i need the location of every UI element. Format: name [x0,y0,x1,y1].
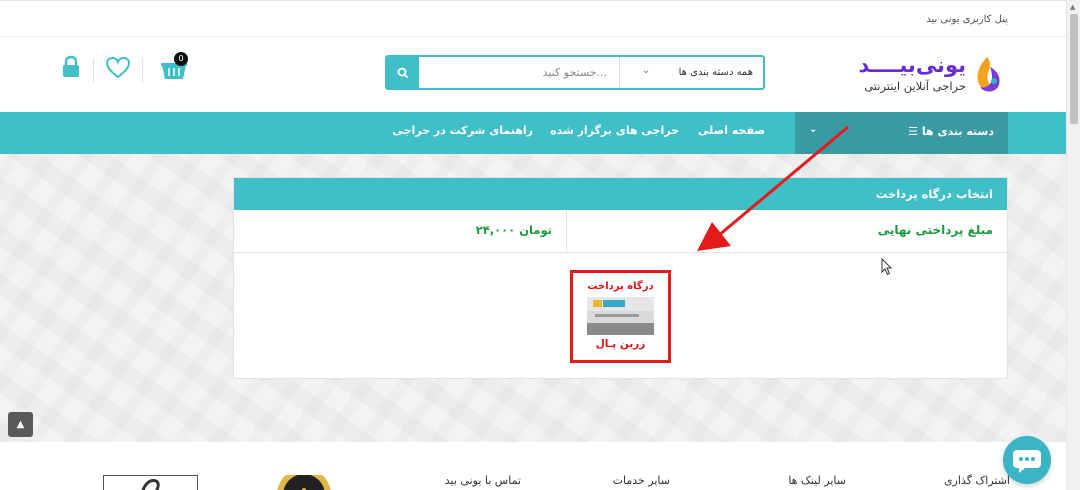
nav-link-home[interactable]: صفحه اصلی [698,124,765,137]
nav-link-past-auctions[interactable]: حراجی های برگزار شده [550,124,679,137]
footer-heading-contact: تماس با یونی بید [444,474,521,487]
chevron-down-icon: ⌄ [809,124,818,135]
zarinpal-gateway-button[interactable]: درگاه پرداخت زرین پـال [570,270,671,363]
search-input[interactable] [419,57,619,88]
heart-icon [105,56,131,79]
footer: اشتراک گذاری سایر لینک ها سایر خدمات تما… [0,442,1066,490]
enamad-image[interactable] [103,475,198,490]
logo[interactable]: یونی‌بیــــد حراجی آنلاین اینترنتی [854,51,1004,99]
chat-icon [1013,450,1041,473]
amount-label: مبلغ پرداختی نهایی [566,210,1007,252]
gateway-name: زرین پـال [595,338,646,350]
footer-heading-share: اشتراک گذاری [943,474,1010,487]
footer-heading-other-links: سایر لینک ها [788,474,846,487]
categories-text: دسته بندی ها [921,125,994,138]
scrollbar-thumb[interactable] [1070,14,1078,124]
chevron-down-icon: ⌄ [642,65,651,76]
categories-label: ☰ دسته بندی ها [908,125,994,138]
scroll-to-top-button[interactable]: ▲ [8,412,33,437]
main-nav: ☰ دسته بندی ها ⌄ صفحه اصلی حراجی های برگ… [0,112,1066,154]
gateway-title: درگاه پرداخت [587,281,654,292]
credit-card-icon [587,297,654,335]
top-bar: پنل کاربری یونی بید [0,0,1066,37]
amount-row: مبلغ پرداختی نهایی ۲۴,۰۰۰ تومان [234,210,1007,253]
amount-value: ۲۴,۰۰۰ تومان [475,223,552,237]
mouse-cursor-icon [881,258,893,276]
category-select-value: همه دسته بندی ها [678,67,753,78]
logo-brand: یونی‌بیــــد [858,53,967,77]
search-icon [397,67,409,79]
payment-title: انتخاب درگاه پرداخت [234,178,1007,210]
search-bar: همه دسته بندی ها ⌄ [385,55,765,90]
categories-menu[interactable]: ☰ دسته بندی ها ⌄ [795,112,1008,154]
logo-tagline: حراجی آنلاین اینترنتی [864,79,966,93]
menu-icon: ☰ [908,125,919,138]
divider [142,58,143,82]
page-scrollbar[interactable]: ▲ [1066,0,1080,490]
login-button[interactable] [60,55,88,85]
footer-heading-other-services: سایر خدمات [612,474,670,487]
search-button[interactable] [387,57,419,88]
trust-seal-icon [277,468,331,490]
trust-seal-image[interactable] [273,468,335,490]
category-select[interactable]: همه دسته بندی ها ⌄ [619,57,763,88]
user-panel-link[interactable]: پنل کاربری یونی بید [926,14,1008,25]
cart-count-badge: 0 [174,52,188,66]
header: یونی‌بیــــد حراجی آنلاین اینترنتی همه د… [0,37,1066,112]
wishlist-button[interactable] [105,55,133,85]
nav-link-auction-guide[interactable]: راهنمای شرکت در حراجی [392,124,533,137]
enamad-logo-icon [141,479,160,490]
scroll-up-arrow-icon[interactable]: ▲ [1070,3,1075,11]
divider [93,58,94,82]
logo-mark-icon [977,57,1000,92]
chevron-up-icon: ▲ [16,419,25,430]
cart-button[interactable]: 0 [160,52,188,85]
chat-widget-button[interactable] [1003,436,1051,484]
lock-icon [63,55,79,77]
